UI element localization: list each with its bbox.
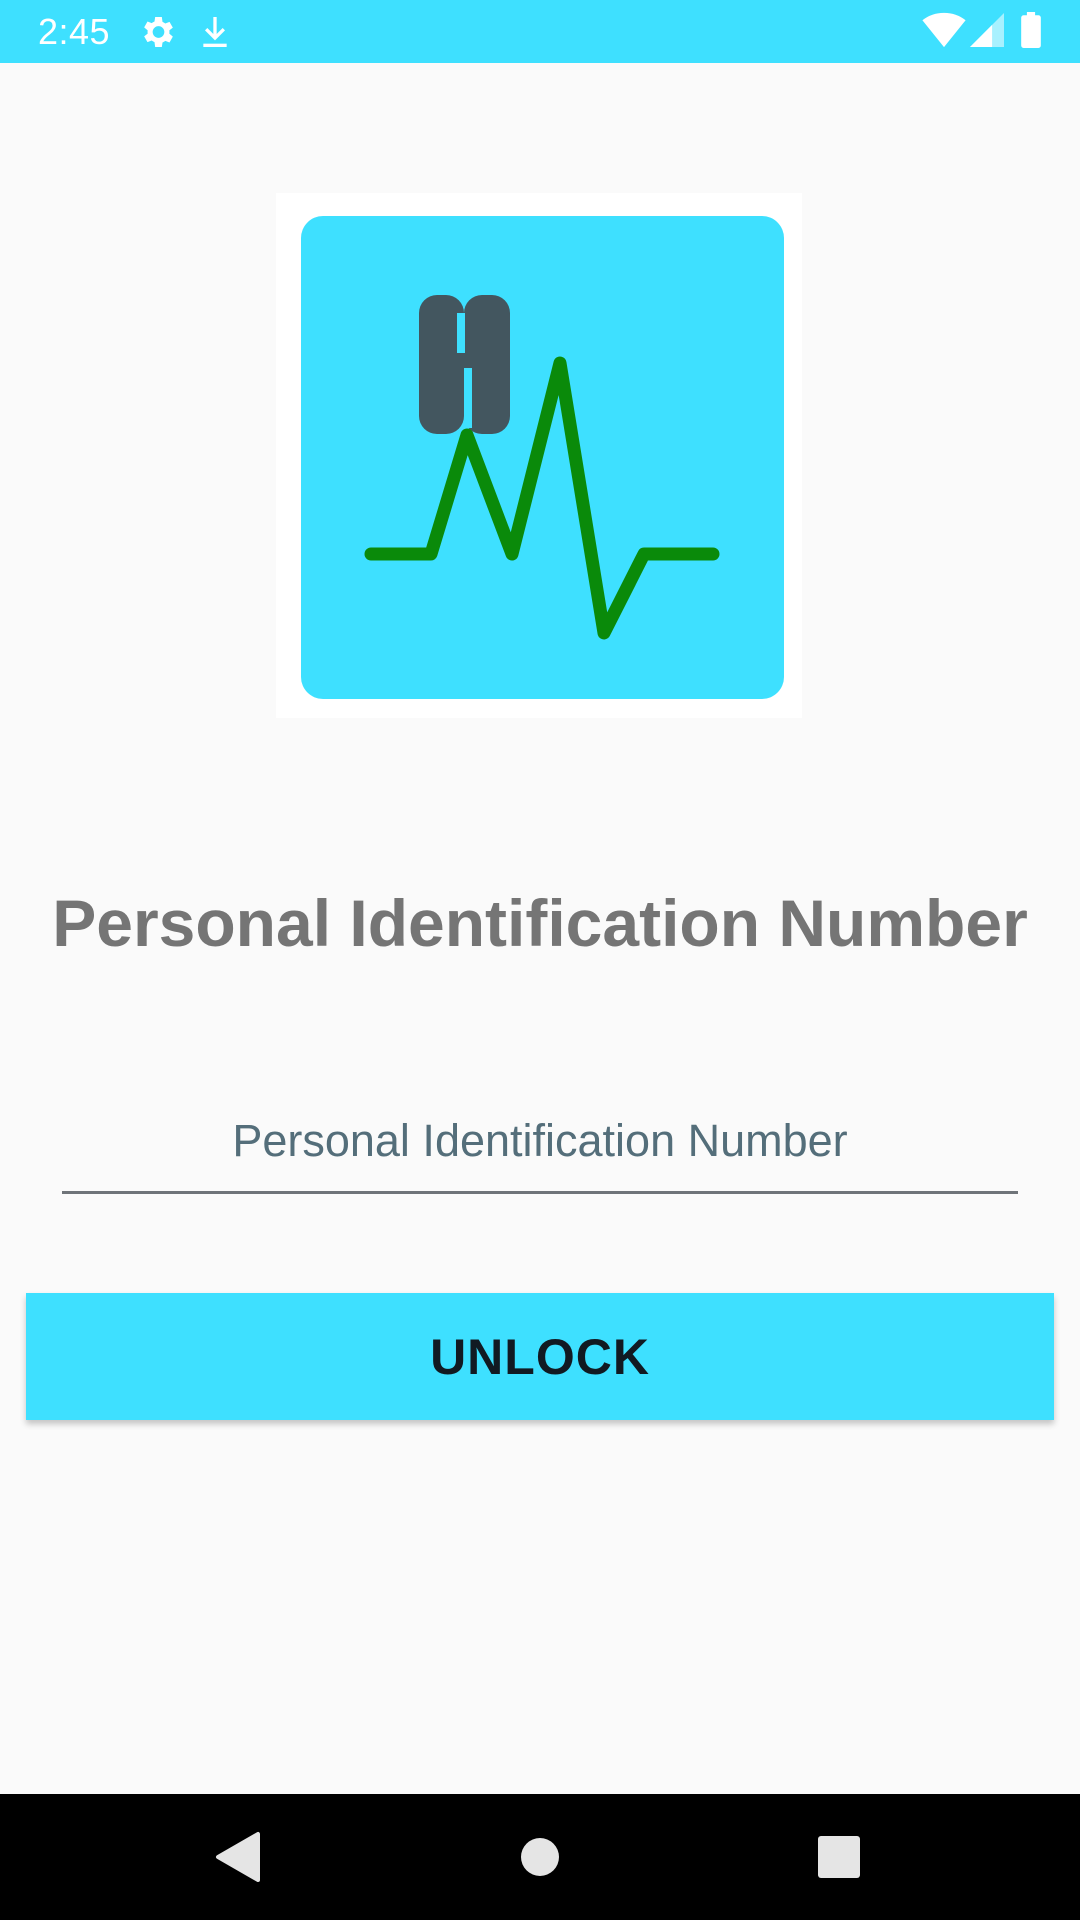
navigation-bar [0, 1794, 1080, 1920]
cell-signal-icon [970, 12, 1004, 48]
wifi-icon [922, 12, 966, 48]
settings-gear-icon [137, 12, 177, 52]
pin-field [62, 1090, 1018, 1194]
status-time: 2:45 [38, 11, 111, 52]
home-icon[interactable] [509, 1826, 571, 1888]
back-icon[interactable] [208, 1826, 270, 1888]
download-icon [195, 12, 235, 52]
status-bar: 2:45 [0, 0, 1080, 63]
page-title: Personal Identification Number [52, 886, 1028, 960]
battery-icon [1020, 12, 1042, 48]
unlock-button[interactable]: UNLOCK [26, 1293, 1054, 1420]
heart-monitor-logo-icon [301, 216, 784, 699]
pin-input[interactable] [62, 1090, 1018, 1194]
recents-icon[interactable] [808, 1826, 870, 1888]
app-logo [276, 193, 802, 718]
